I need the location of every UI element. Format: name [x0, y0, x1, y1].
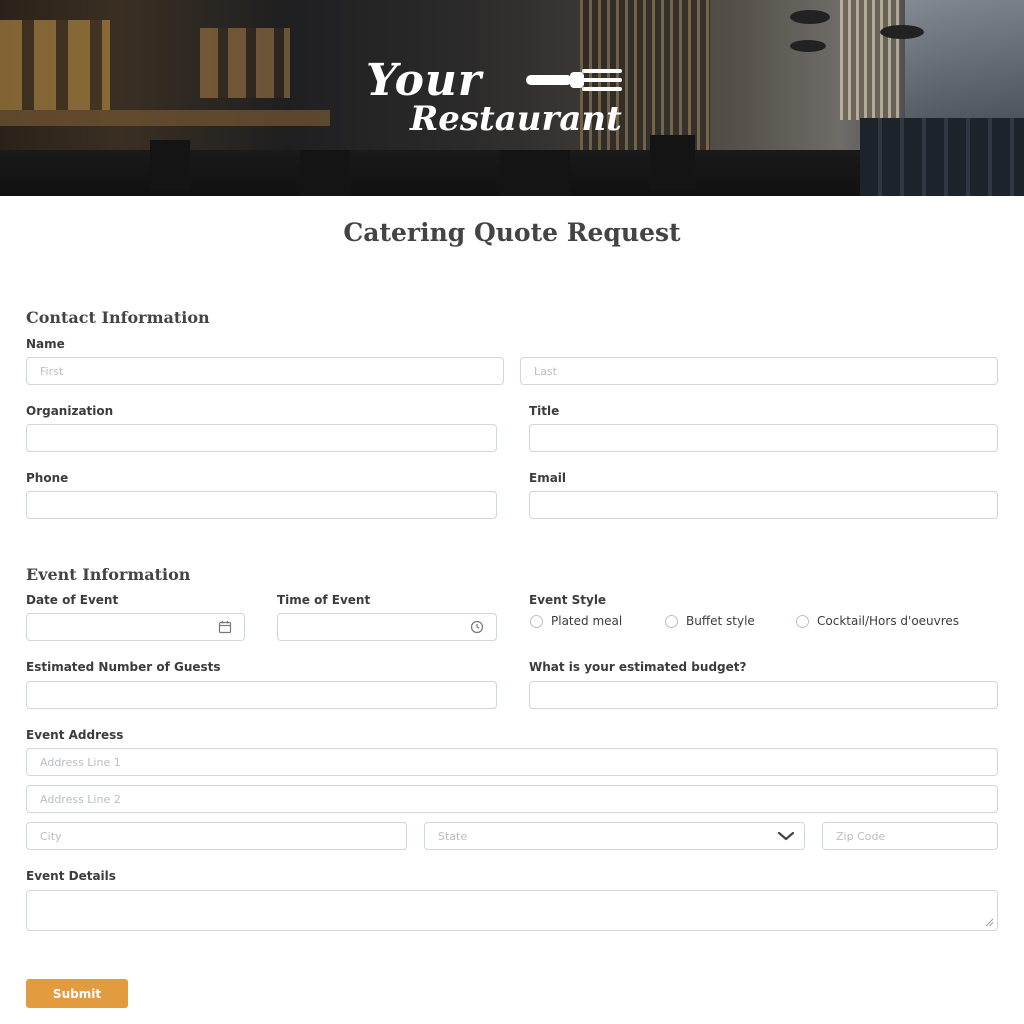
- banner-chair: [500, 150, 570, 196]
- brand-name-line2: Restaurant: [410, 99, 622, 139]
- banner-chair: [150, 140, 190, 190]
- date-label: Date of Event: [26, 593, 119, 607]
- radio-circle[interactable]: [665, 614, 678, 628]
- email-label: Email: [529, 471, 567, 485]
- radio-buffet-style[interactable]: Buffet style: [665, 614, 755, 628]
- radio-circle[interactable]: [530, 614, 543, 628]
- time-input[interactable]: [277, 613, 497, 641]
- brand-logo: Your Restaurant: [366, 55, 666, 145]
- guests-input[interactable]: [26, 681, 497, 709]
- address-line1-input[interactable]: [26, 748, 998, 776]
- banner-wall-lights: [0, 20, 110, 110]
- title-input[interactable]: [529, 424, 998, 452]
- budget-label: What is your estimated budget?: [529, 660, 747, 674]
- radio-label: Buffet style: [686, 614, 755, 628]
- budget-input[interactable]: [529, 681, 998, 709]
- fork-icon: [526, 69, 622, 91]
- banner-floor: [0, 150, 860, 196]
- event-style-label: Event Style: [529, 593, 607, 607]
- banner-lamp: [880, 25, 924, 39]
- name-label: Name: [26, 337, 65, 351]
- chevron-down-icon[interactable]: [776, 828, 796, 844]
- banner-booth: [860, 118, 1024, 196]
- radio-label: Plated meal: [551, 614, 623, 628]
- state-select[interactable]: [424, 822, 805, 850]
- phone-label: Phone: [26, 471, 69, 485]
- first-name-input[interactable]: [26, 357, 504, 385]
- email-input[interactable]: [529, 491, 998, 519]
- radio-label: Cocktail/Hors d'oeuvres: [817, 614, 960, 628]
- banner-lamp: [790, 40, 826, 52]
- clock-icon[interactable]: [470, 620, 484, 634]
- header-banner: Your Restaurant: [0, 0, 1024, 196]
- organization-input[interactable]: [26, 424, 497, 452]
- organization-label: Organization: [26, 404, 114, 418]
- address-label: Event Address: [26, 728, 124, 742]
- banner-wood-slats: [840, 0, 900, 120]
- section-title-event: Event Information: [26, 565, 191, 584]
- time-label: Time of Event: [277, 593, 371, 607]
- section-title-contact: Contact Information: [26, 308, 210, 327]
- title-label: Title: [529, 404, 560, 418]
- event-details-textarea[interactable]: [26, 890, 998, 931]
- zip-code-input[interactable]: [822, 822, 998, 850]
- last-name-input[interactable]: [520, 357, 998, 385]
- event-details-label: Event Details: [26, 869, 116, 883]
- banner-window: [905, 0, 1024, 120]
- date-input[interactable]: [26, 613, 245, 641]
- calendar-icon[interactable]: [218, 620, 232, 634]
- banner-counter: [0, 110, 330, 126]
- phone-input[interactable]: [26, 491, 497, 519]
- form-title: Catering Quote Request: [343, 218, 681, 247]
- radio-cocktail[interactable]: Cocktail/Hors d'oeuvres: [796, 614, 959, 628]
- banner-lamp: [790, 10, 830, 24]
- radio-plated-meal[interactable]: Plated meal: [530, 614, 622, 628]
- city-input[interactable]: [26, 822, 407, 850]
- resize-handle-icon[interactable]: [985, 918, 994, 927]
- radio-circle[interactable]: [796, 614, 809, 628]
- guests-label: Estimated Number of Guests: [26, 660, 221, 674]
- banner-chair: [300, 150, 350, 196]
- submit-button[interactable]: Submit: [26, 979, 128, 1008]
- banner-wall-lights: [200, 28, 290, 98]
- address-line2-input[interactable]: [26, 785, 998, 813]
